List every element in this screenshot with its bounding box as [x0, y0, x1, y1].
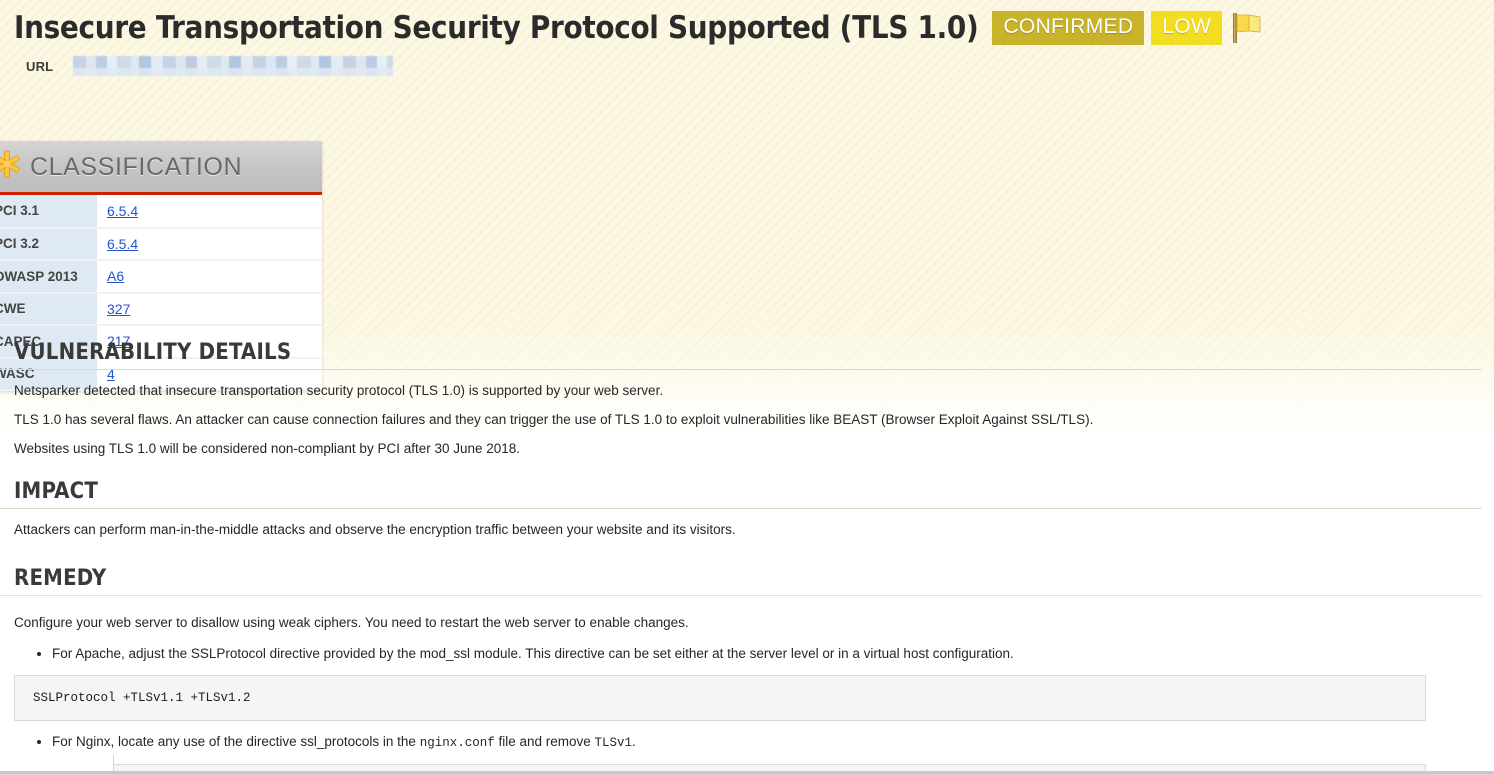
severity-badge: LOW	[1151, 11, 1223, 45]
classification-value-cell: 327	[97, 292, 322, 326]
vulnerability-details-paragraph-3: Websites using TLS 1.0 will be considere…	[14, 441, 521, 456]
section-heading-vulnerability-details: VULNERABILITY DETAILS	[0, 340, 1482, 370]
remedy-nginx-text-c: .	[632, 734, 636, 749]
table-row: PCI 3.2 6.5.4	[0, 227, 322, 261]
classification-value-cell: 6.5.4	[97, 227, 322, 261]
remedy-nginx-text-b: file and remove	[494, 734, 595, 749]
url-label: URL	[26, 58, 54, 74]
status-badge-confirmed: CONFIRMED	[992, 11, 1145, 45]
remedy-apache-text: For Apache, adjust the SSLProtocol direc…	[52, 646, 1014, 661]
classification-value-link[interactable]: A6	[107, 268, 124, 284]
table-row: CWE 327	[0, 292, 322, 326]
classification-value-link[interactable]: 6.5.4	[107, 203, 138, 219]
asterisk-star-icon	[0, 149, 22, 184]
classification-key: PCI 3.1	[0, 195, 97, 229]
table-row: PCI 3.1 6.5.4	[0, 195, 322, 229]
url-row: URL	[0, 50, 1494, 80]
classification-panel-header: CLASSIFICATION	[0, 141, 322, 195]
url-value-redacted[interactable]	[73, 56, 394, 76]
inline-code-tlsv1: TLSv1	[594, 736, 633, 750]
classification-key: OWASP 2013	[0, 260, 97, 294]
remedy-intro: Configure your web server to disallow us…	[14, 615, 689, 630]
classification-panel-title: CLASSIFICATION	[30, 152, 243, 181]
remedy-item-list: For Apache, adjust the SSLProtocol direc…	[0, 645, 1494, 663]
classification-key: CWE	[0, 292, 97, 326]
classification-value-cell: 6.5.4	[97, 195, 322, 229]
flag-icon[interactable]	[1229, 11, 1263, 45]
section-heading-impact: IMPACT	[0, 479, 1482, 509]
page-title: Insecure Transportation Security Protoco…	[14, 10, 979, 46]
remedy-nginx-text-a: For Nginx, locate any use of the directi…	[52, 734, 420, 749]
vulnerability-details-paragraph-1: Netsparker detected that insecure transp…	[14, 383, 664, 398]
vulnerability-report-page: Insecure Transportation Security Protoco…	[0, 0, 1494, 774]
page-bottom-left-panel	[0, 755, 114, 771]
classification-value-link[interactable]: 327	[107, 301, 130, 317]
remedy-item-nginx: For Nginx, locate any use of the directi…	[52, 733, 1494, 752]
remedy-item-apache: For Apache, adjust the SSLProtocol direc…	[52, 645, 1494, 663]
section-heading-remedy: REMEDY	[0, 566, 1482, 596]
vulnerability-details-paragraph-2: TLS 1.0 has several flaws. An attacker c…	[14, 412, 1094, 427]
code-block-apache: SSLProtocol +TLSv1.1 +TLSv1.2	[14, 675, 1426, 721]
badge-group: CONFIRMED LOW	[992, 11, 1263, 45]
remedy-item-list-nginx: For Nginx, locate any use of the directi…	[0, 733, 1494, 752]
table-row: OWASP 2013 A6	[0, 260, 322, 294]
classification-value-cell: A6	[97, 260, 322, 294]
impact-paragraph-1: Attackers can perform man-in-the-middle …	[14, 522, 736, 537]
classification-value-link[interactable]: 6.5.4	[107, 236, 138, 252]
report-header: Insecure Transportation Security Protoco…	[0, 0, 1494, 50]
inline-code-nginx-conf: nginx.conf	[419, 736, 495, 750]
classification-key: PCI 3.2	[0, 227, 97, 261]
